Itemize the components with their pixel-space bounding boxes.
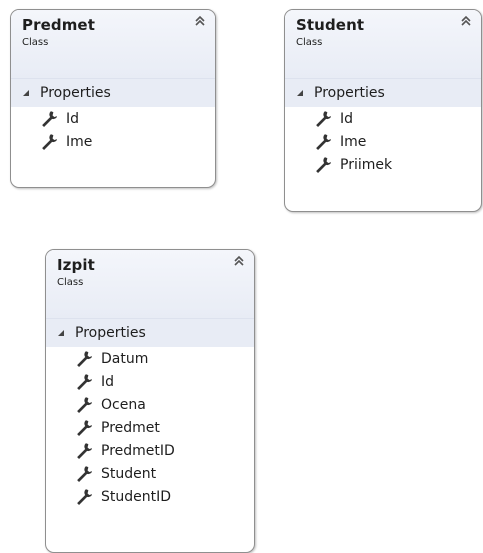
wrench-icon <box>316 157 331 173</box>
property-item[interactable]: Datum <box>46 347 254 370</box>
wrench-icon <box>42 134 57 150</box>
wrench-icon <box>316 134 331 150</box>
properties-section-toggle[interactable]: Properties <box>11 78 215 107</box>
class-box-predmet[interactable]: Predmet Class Properties Id Ime <box>10 9 216 188</box>
property-list: Id Ime Priimek <box>285 107 481 180</box>
wrench-icon <box>77 397 92 413</box>
wrench-icon <box>77 374 92 390</box>
class-box-student[interactable]: Student Class Properties Id Ime Priimek <box>284 9 482 212</box>
class-name: Predmet <box>22 16 95 34</box>
wrench-icon <box>77 466 92 482</box>
property-name: Ocena <box>101 396 146 413</box>
property-item[interactable]: PredmetID <box>46 439 254 462</box>
property-name: PredmetID <box>101 442 175 459</box>
property-name: Datum <box>101 350 149 367</box>
property-list: Datum Id Ocena Predmet PredmetID Student… <box>46 347 254 512</box>
property-name: Student <box>101 465 157 482</box>
section-label: Properties <box>75 325 146 341</box>
property-item[interactable]: Ime <box>285 130 481 153</box>
double-chevron-up-icon[interactable] <box>459 14 473 28</box>
class-box-izpit[interactable]: Izpit Class Properties Datum Id Ocena Pr… <box>45 249 255 553</box>
property-name: Ime <box>340 133 367 150</box>
property-item[interactable]: Ime <box>11 130 215 153</box>
property-item[interactable]: Priimek <box>285 153 481 176</box>
expanded-triangle-icon <box>58 330 64 336</box>
properties-section-toggle[interactable]: Properties <box>46 318 254 347</box>
class-header: Student Class <box>285 10 481 78</box>
property-name: Priimek <box>340 156 393 173</box>
property-item[interactable]: Predmet <box>46 416 254 439</box>
properties-section-toggle[interactable]: Properties <box>285 78 481 107</box>
wrench-icon <box>77 489 92 505</box>
section-label: Properties <box>314 85 385 101</box>
property-item[interactable]: Ocena <box>46 393 254 416</box>
class-kind: Class <box>57 277 84 288</box>
property-name: Id <box>66 110 80 127</box>
double-chevron-up-icon[interactable] <box>232 254 246 268</box>
property-item[interactable]: Student <box>46 462 254 485</box>
class-header: Izpit Class <box>46 250 254 318</box>
class-kind: Class <box>22 37 49 48</box>
wrench-icon <box>42 111 57 127</box>
wrench-icon <box>77 420 92 436</box>
property-name: StudentID <box>101 488 172 505</box>
property-item[interactable]: Id <box>285 107 481 130</box>
property-name: Id <box>101 373 115 390</box>
property-name: Id <box>340 110 354 127</box>
class-name: Izpit <box>57 256 95 274</box>
property-item[interactable]: Id <box>11 107 215 130</box>
wrench-icon <box>316 111 331 127</box>
property-item[interactable]: Id <box>46 370 254 393</box>
property-name: Predmet <box>101 419 160 436</box>
double-chevron-up-icon[interactable] <box>193 14 207 28</box>
class-name: Student <box>296 16 365 34</box>
class-kind: Class <box>296 37 323 48</box>
property-list: Id Ime <box>11 107 215 157</box>
expanded-triangle-icon <box>23 90 29 96</box>
wrench-icon <box>77 443 92 459</box>
class-header: Predmet Class <box>11 10 215 78</box>
property-item[interactable]: StudentID <box>46 485 254 508</box>
wrench-icon <box>77 351 92 367</box>
section-label: Properties <box>40 85 111 101</box>
property-name: Ime <box>66 133 93 150</box>
expanded-triangle-icon <box>297 90 303 96</box>
